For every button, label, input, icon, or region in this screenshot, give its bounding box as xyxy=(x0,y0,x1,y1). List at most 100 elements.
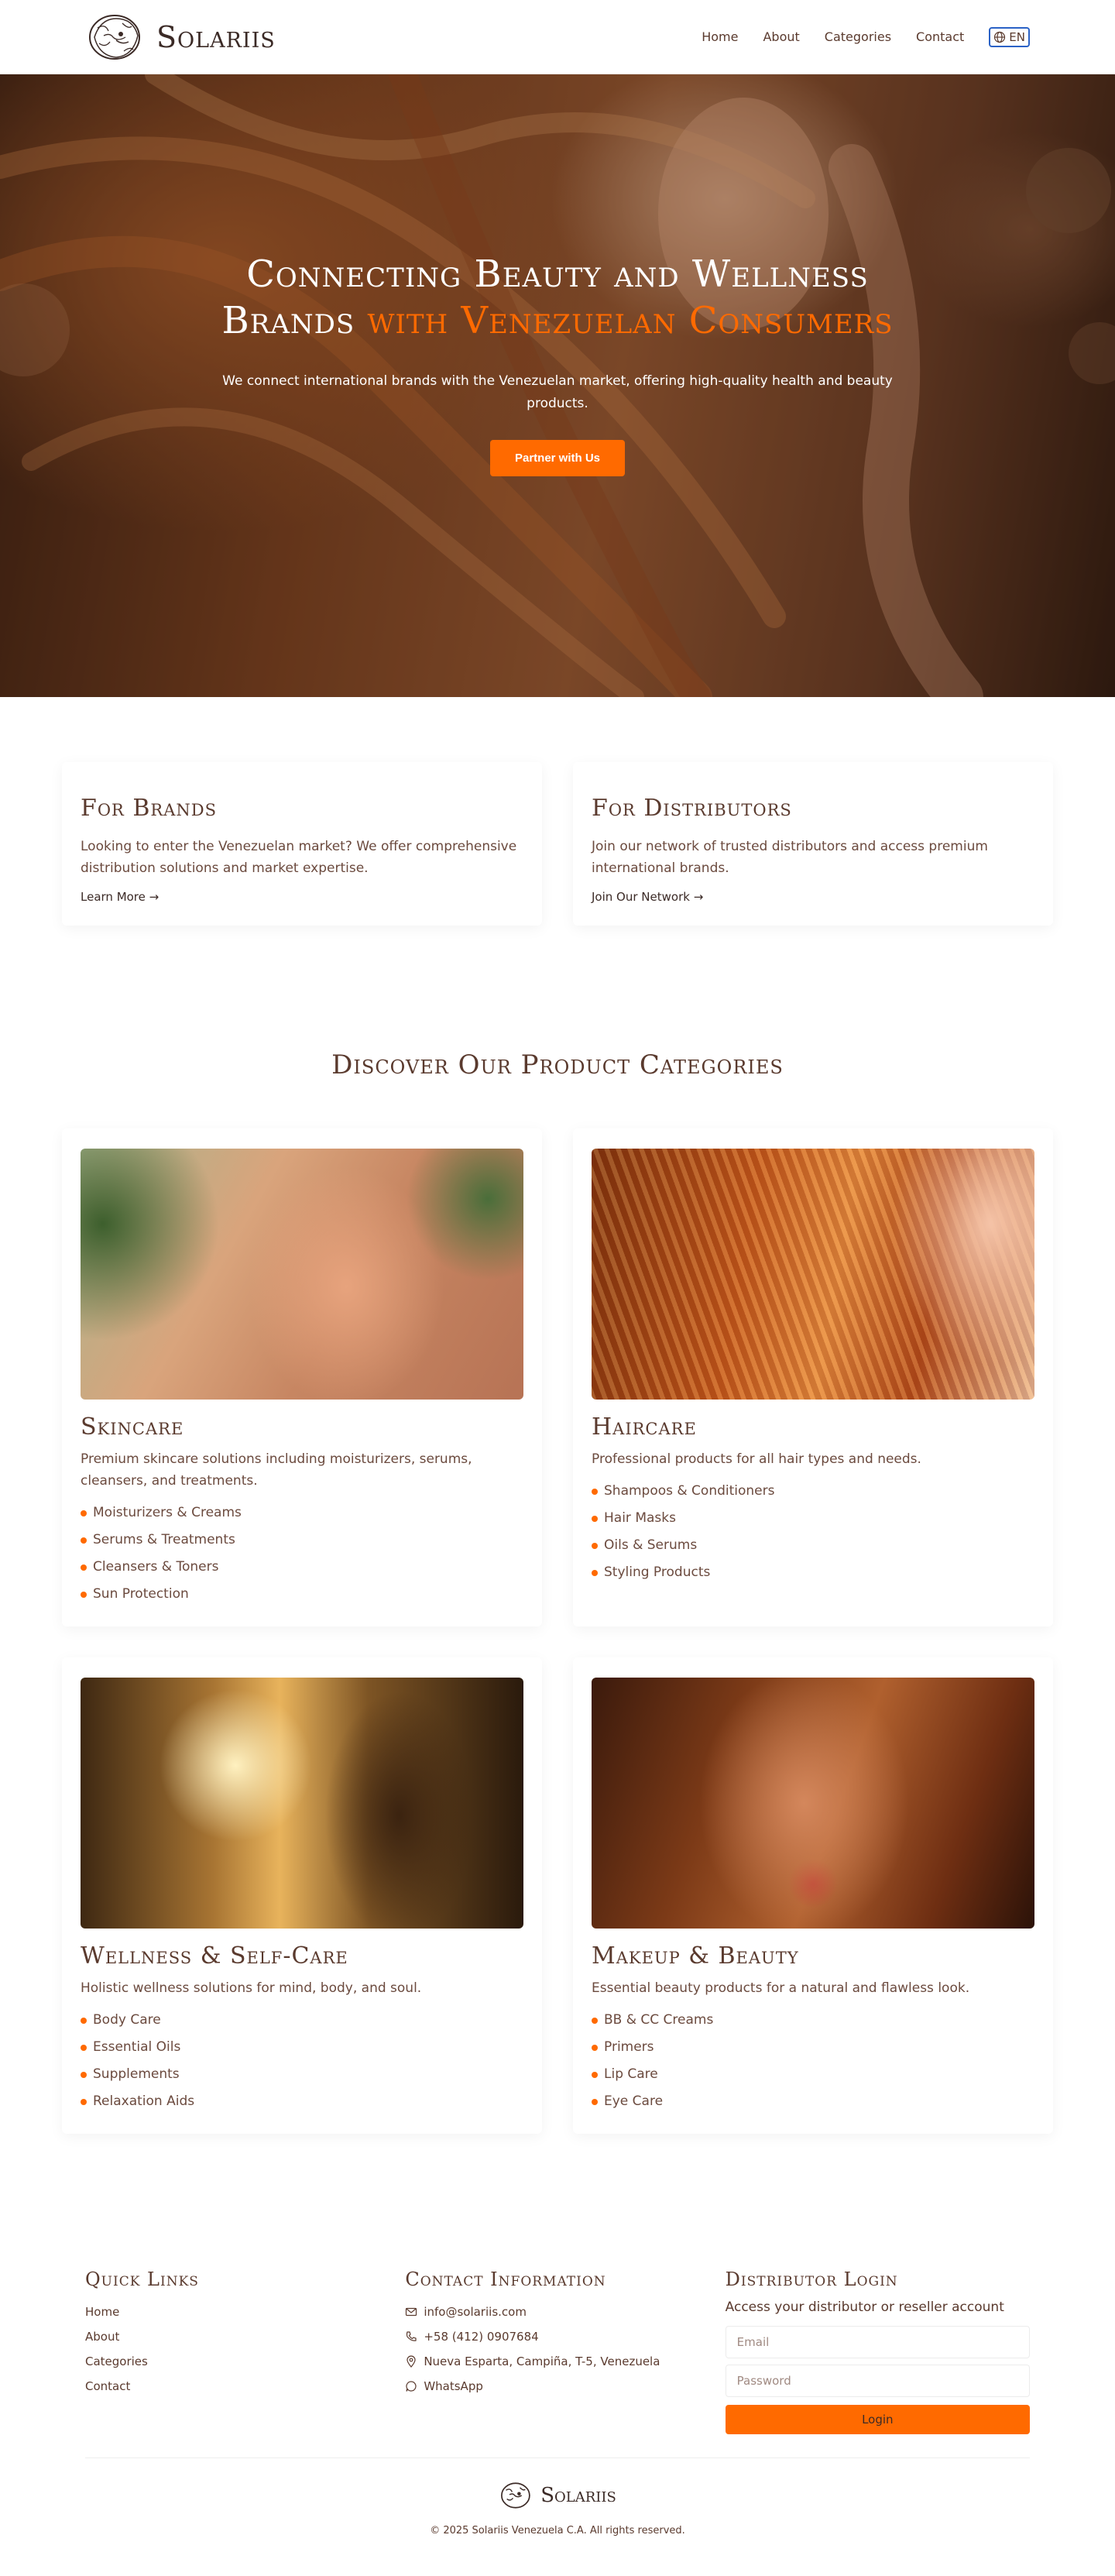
login-text: Access your distributor or reseller acco… xyxy=(725,2300,1004,2315)
list-item-label: Moisturizers & Creams xyxy=(93,1505,242,1520)
category-desc: Professional products for all hair types… xyxy=(592,1451,921,1467)
lion-logo-icon xyxy=(501,2482,530,2509)
bullet-icon xyxy=(81,2071,87,2078)
language-selector[interactable]: EN xyxy=(989,26,1030,47)
list-item-label: BB & CC Creams xyxy=(604,2012,714,2028)
list-item-label: Lip Care xyxy=(604,2066,658,2082)
nav-link-home[interactable]: Home xyxy=(702,29,738,44)
nav-link-contact[interactable]: Contact xyxy=(916,29,964,44)
footer-link-home[interactable]: Home xyxy=(85,2300,389,2324)
bullet-icon xyxy=(592,1569,598,1576)
password-field[interactable] xyxy=(725,2365,1030,2397)
list-item: Oils & Serums xyxy=(592,1532,1034,1559)
contact-title: Contact Information xyxy=(405,2269,606,2290)
list-item-label: Cleansers & Toners xyxy=(93,1559,219,1575)
list-item-label: Eye Care xyxy=(604,2093,664,2109)
login-button[interactable]: Login xyxy=(725,2405,1030,2434)
list-item-label: Sun Protection xyxy=(93,1586,189,1602)
contact-address: Nueva Esparta, Campiña, T-5, Venezuela xyxy=(405,2349,709,2374)
nav-links: Home About Categories Contact EN xyxy=(702,26,1030,47)
contact-phone[interactable]: +58 (412) 0907684 xyxy=(405,2324,709,2349)
footer-link-categories[interactable]: Categories xyxy=(85,2349,389,2374)
contact-email[interactable]: info@solariis.com xyxy=(405,2300,709,2324)
bullet-icon xyxy=(592,2098,598,2105)
distributors-card: For Distributors Join our network of tru… xyxy=(573,762,1053,926)
hero-section: Connecting Beauty and Wellness Brands wi… xyxy=(0,74,1115,697)
category-list: Body Care Essential Oils Supplements Rel… xyxy=(81,2007,523,2115)
list-item: Serums & Treatments xyxy=(81,1527,523,1554)
skincare-image xyxy=(81,1149,523,1400)
login-title: Distributor Login xyxy=(725,2269,898,2290)
chat-bubble-icon xyxy=(406,2381,417,2392)
footer-bottom: Solariis © 2025 Solariis Venezuela C.A. … xyxy=(85,2458,1030,2537)
bullet-icon xyxy=(81,1537,87,1544)
brand[interactable]: Solariis xyxy=(85,12,276,62)
contact-whatsapp[interactable]: WhatsApp xyxy=(405,2374,709,2399)
lion-logo-icon xyxy=(89,14,140,60)
login-column: Distributor Login Access your distributo… xyxy=(725,2269,1030,2434)
bullet-icon xyxy=(81,2044,87,2051)
bullet-icon xyxy=(81,2098,87,2105)
contact-column: Contact Information info@solariis.com +5… xyxy=(405,2269,709,2434)
bullet-icon xyxy=(592,2044,598,2051)
bullet-icon xyxy=(81,1564,87,1571)
hero-content: Connecting Beauty and Wellness Brands wi… xyxy=(209,74,906,476)
list-item: Eye Care xyxy=(592,2088,1034,2115)
wellness-image xyxy=(81,1678,523,1929)
footer: Quick Links Home About Categories Contac… xyxy=(0,2165,1115,2560)
footer-link-about[interactable]: About xyxy=(85,2324,389,2349)
bullet-icon xyxy=(81,1591,87,1598)
list-item-label: Body Care xyxy=(93,2012,161,2028)
bullet-icon xyxy=(592,1515,598,1522)
bullet-icon xyxy=(592,2017,598,2024)
list-item-label: Serums & Treatments xyxy=(93,1532,235,1547)
learn-more-link[interactable]: Learn More → xyxy=(81,890,159,904)
category-card-skincare: Skincare Premium skincare solutions incl… xyxy=(62,1128,542,1626)
bullet-icon xyxy=(81,2017,87,2024)
list-item: Hair Masks xyxy=(592,1505,1034,1532)
category-card-haircare: Haircare Professional products for all h… xyxy=(573,1128,1053,1626)
brands-card-title: For Brands xyxy=(81,795,218,822)
hero-title-line1: Connecting Beauty and Wellness xyxy=(246,252,869,296)
contact-phone-text: +58 (412) 0907684 xyxy=(424,2330,539,2344)
copyright: © 2025 Solariis Venezuela C.A. All right… xyxy=(430,2525,685,2537)
list-item: Relaxation Aids xyxy=(81,2088,523,2115)
list-item: Primers xyxy=(592,2034,1034,2061)
nav-link-about[interactable]: About xyxy=(763,29,799,44)
email-field[interactable] xyxy=(725,2326,1030,2358)
footer-brand[interactable]: Solariis xyxy=(499,2482,616,2509)
globe-icon xyxy=(994,31,1006,43)
distributors-card-text: Join our network of trusted distributors… xyxy=(592,839,988,876)
hero-title-accent: with Venezuelan Consumers xyxy=(367,299,894,342)
list-item-label: Oils & Serums xyxy=(604,1537,698,1553)
list-item-label: Essential Oils xyxy=(93,2039,181,2055)
category-desc: Essential beauty products for a natural … xyxy=(592,1980,970,1996)
category-list: BB & CC Creams Primers Lip Care Eye Care xyxy=(592,2007,1034,2115)
list-item-label: Supplements xyxy=(93,2066,180,2082)
nav-link-categories[interactable]: Categories xyxy=(825,29,891,44)
hero-subtitle: We connect international brands with the… xyxy=(222,373,893,411)
brands-card: For Brands Looking to enter the Venezuel… xyxy=(62,762,542,926)
footer-columns: Quick Links Home About Categories Contac… xyxy=(85,2269,1030,2434)
category-list: Shampoos & Conditioners Hair Masks Oils … xyxy=(592,1478,1034,1586)
partner-button[interactable]: Partner with Us xyxy=(489,440,626,476)
contact-address-text: Nueva Esparta, Campiña, T-5, Venezuela xyxy=(424,2354,660,2368)
list-item: Supplements xyxy=(81,2061,523,2088)
bullet-icon xyxy=(592,2071,598,2078)
categories-title: Discover Our Product Categories xyxy=(331,1049,784,1080)
list-item-label: Styling Products xyxy=(604,1564,711,1580)
list-item: Shampoos & Conditioners xyxy=(592,1478,1034,1505)
mail-icon xyxy=(406,2307,417,2317)
list-item-label: Shampoos & Conditioners xyxy=(604,1483,775,1499)
map-pin-icon xyxy=(407,2355,416,2368)
join-network-link[interactable]: Join Our Network → xyxy=(592,890,703,904)
category-grid: Skincare Premium skincare solutions incl… xyxy=(62,1128,1053,2134)
list-item: Body Care xyxy=(81,2007,523,2034)
list-item: Styling Products xyxy=(592,1559,1034,1586)
category-list: Moisturizers & Creams Serums & Treatment… xyxy=(81,1499,523,1608)
category-title: Haircare xyxy=(592,1413,697,1441)
category-title: Wellness & Self-Care xyxy=(81,1942,348,1970)
list-item: Cleansers & Toners xyxy=(81,1554,523,1581)
bullet-icon xyxy=(81,1510,87,1516)
footer-link-contact[interactable]: Contact xyxy=(85,2374,389,2399)
